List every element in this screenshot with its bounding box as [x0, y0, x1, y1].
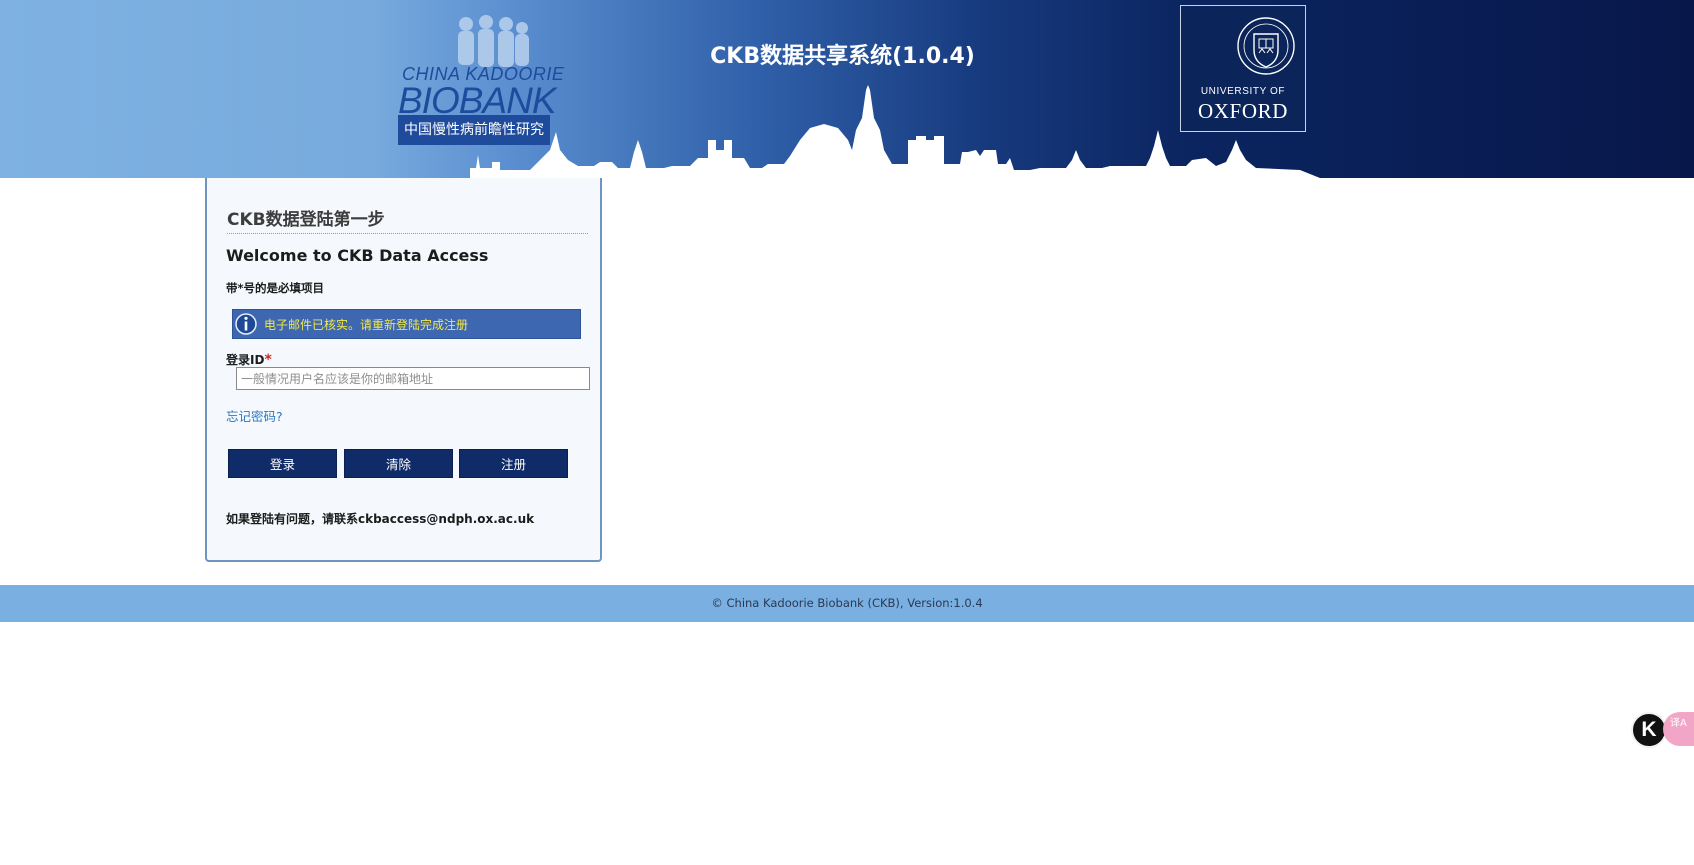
login-panel: CKB数据登陆第一步 Welcome to CKB Data Access 带*…	[205, 178, 602, 562]
system-title: CKB数据共享系统(1.0.4)	[710, 44, 975, 69]
login-id-label-text: 登录ID	[226, 353, 265, 367]
welcome-heading: Welcome to CKB Data Access	[226, 246, 489, 265]
oxford-crest-icon	[1237, 17, 1295, 75]
panel-divider	[227, 233, 588, 234]
info-icon	[235, 313, 257, 335]
login-id-label: 登录ID*	[226, 351, 272, 368]
register-button[interactable]: 注册	[459, 449, 568, 478]
step-title: CKB数据登陆第一步	[227, 210, 385, 230]
forgot-password-link[interactable]: 忘记密码?	[226, 406, 283, 425]
login-button[interactable]: 登录	[228, 449, 337, 478]
required-note: 带*号的是必填项目	[226, 281, 325, 295]
header-banner: CHINA KADOORIE BIOBANK 中国慢性病前瞻性研究 CKB数据共…	[0, 0, 1694, 178]
required-star: *	[264, 352, 272, 368]
skyline-graphic	[470, 85, 1320, 178]
clear-button[interactable]: 清除	[344, 449, 453, 478]
footer-copyright: © China Kadoorie Biobank (CKB), Version:…	[711, 596, 983, 610]
oxford-logo-line2: OXFORD	[1198, 99, 1288, 123]
login-id-input[interactable]	[236, 367, 590, 390]
footer: © China Kadoorie Biobank (CKB), Version:…	[0, 585, 1694, 622]
china-kadoorie-biobank-logo: CHINA KADOORIE BIOBANK 中国慢性病前瞻性研究	[396, 14, 564, 146]
cb-logo-cn-line: 中国慢性病前瞻性研究	[398, 115, 550, 145]
info-message-bar: 电子邮件已核实。请重新登陆完成注册	[232, 309, 581, 339]
oxford-logo-line1: UNIVERSITY OF	[1200, 86, 1286, 97]
info-message-text: 电子邮件已核实。请重新登陆完成注册	[264, 318, 469, 332]
k-extension-icon[interactable]: K	[1631, 712, 1667, 748]
oxford-logo: UNIVERSITY OF OXFORD	[1180, 5, 1306, 132]
translate-extension-icon[interactable]: 译A	[1663, 712, 1694, 746]
contact-note: 如果登陆有问题，请联系ckbaccess@ndph.ox.ac.uk	[226, 512, 535, 526]
